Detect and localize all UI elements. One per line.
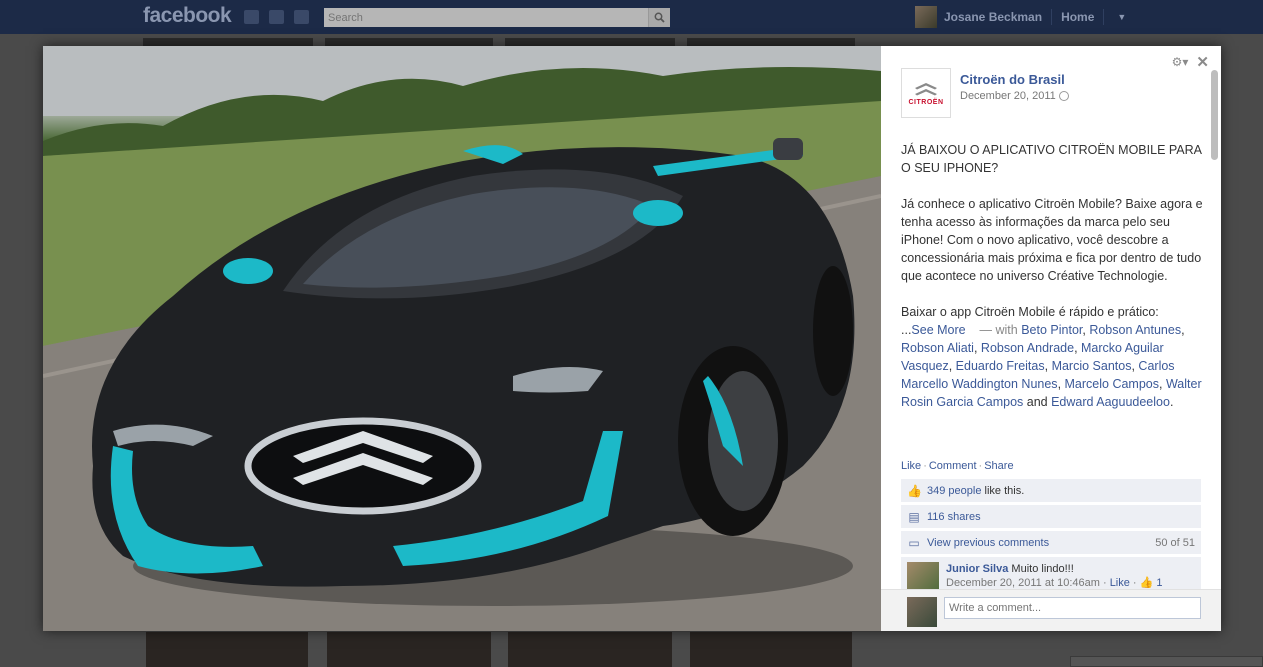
shares-count-link[interactable]: 116 shares	[927, 511, 981, 523]
tagged-person-link[interactable]: Robson Aliati	[901, 341, 974, 355]
previous-comments-row: ▭ View previous comments 50 of 51	[901, 531, 1201, 555]
commenter-avatar[interactable]	[907, 562, 939, 589]
search-icon	[654, 12, 665, 23]
background-photo-thumb	[143, 38, 313, 46]
car-photo	[43, 46, 881, 631]
sidebar-scrollbar[interactable]	[1211, 70, 1218, 160]
comment-bubble-icon: ▭	[908, 535, 920, 550]
like-link[interactable]: Like	[901, 460, 921, 472]
tagged-person-link[interactable]: Marcio Santos	[1052, 359, 1132, 373]
tagged-with-prefix: — with	[979, 323, 1018, 337]
post-owner: CITROËN Citroën do Brasil December 20, 2…	[901, 68, 1069, 118]
thumbs-up-icon: 👍	[907, 483, 922, 498]
view-previous-comments-link[interactable]: View previous comments	[927, 537, 1049, 549]
tagged-person-link[interactable]: Robson Andrade	[981, 341, 1074, 355]
user-avatar[interactable]	[915, 6, 937, 28]
search-box	[323, 7, 671, 28]
search-button[interactable]	[648, 8, 670, 27]
shares-icon: ▤	[908, 509, 920, 524]
comment-item: Junior Silva Muito lindo!!! December 20,…	[901, 557, 1201, 589]
comment-body: Junior Silva Muito lindo!!! December 20,…	[946, 562, 1163, 589]
top-bar: facebook Josane Beckman Home ▼	[0, 0, 1263, 34]
post-date-wrap: December 20, 2011	[960, 90, 1069, 102]
owner-name-link[interactable]: Citroën do Brasil	[960, 72, 1069, 87]
comment-text: Muito lindo!!!	[1011, 563, 1074, 575]
tagged-person-link[interactable]: Marcelo Campos	[1065, 377, 1159, 391]
nav-divider	[1051, 9, 1053, 25]
photo-stage[interactable]	[43, 46, 881, 631]
background-photo-thumb	[687, 38, 855, 46]
background-photo-thumb	[505, 38, 675, 46]
owner-profile-picture[interactable]: CITROËN	[901, 68, 951, 118]
nav-divider	[1103, 9, 1105, 25]
tagged-and-word: and	[1026, 395, 1048, 409]
caption-headline: JÁ BAIXOU O APLICATIVO CITROËN MOBILE PA…	[901, 143, 1202, 175]
shares-row: ▤ 116 shares	[901, 505, 1201, 529]
background-photo-thumb	[146, 632, 308, 667]
comment-link[interactable]: Comment	[929, 460, 977, 472]
options-gear-icon[interactable]: ⚙▾	[1172, 55, 1189, 69]
notifications-icon[interactable]	[294, 10, 309, 24]
comment-like-count[interactable]: 1	[1156, 577, 1162, 589]
likes-count-link[interactable]: 349 people	[927, 485, 981, 497]
caption-continuation: Baixar o app Citroën Mobile é rápido e p…	[901, 305, 1202, 409]
citroen-chevrons-icon	[915, 82, 937, 95]
home-link[interactable]: Home	[1061, 10, 1094, 24]
facebook-logo[interactable]: facebook	[143, 4, 232, 28]
caption-ellipsis: ...	[901, 323, 912, 337]
post-caption: JÁ BAIXOU O APLICATIVO CITROËN MOBILE PA…	[901, 141, 1206, 411]
chat-bar[interactable]	[1070, 656, 1263, 667]
action-separator: ·	[978, 460, 983, 472]
likes-row: 👍 349 people like this.	[901, 479, 1201, 503]
owner-logo-text: CITROËN	[908, 98, 944, 106]
caption-body: Já conhece o aplicativo Citroën Mobile? …	[901, 197, 1203, 283]
tagged-person-link[interactable]: Eduardo Freitas	[956, 359, 1045, 373]
account-menu-caret-icon[interactable]: ▼	[1117, 12, 1126, 22]
caption-teaser: Baixar o app Citroën Mobile é rápido e p…	[901, 305, 1159, 319]
user-nav: Josane Beckman Home ▼	[915, 6, 1126, 28]
composer-avatar	[907, 597, 937, 627]
messages-icon[interactable]	[269, 10, 284, 24]
comment-meta: December 20, 2011 at 10:46am · Like · 👍 …	[946, 577, 1163, 589]
background-photo-thumb	[325, 38, 493, 46]
public-globe-icon	[1058, 91, 1069, 101]
owner-meta: Citroën do Brasil December 20, 2011	[960, 72, 1069, 118]
post-actions: Like · Comment · Share	[901, 460, 1014, 472]
search-input[interactable]	[324, 8, 648, 27]
tagged-person-link[interactable]: Beto Pintor	[1021, 323, 1082, 337]
comment-like-link[interactable]: Like	[1110, 577, 1130, 589]
friend-requests-icon[interactable]	[244, 10, 259, 24]
background-photo-thumb	[508, 632, 672, 667]
close-icon[interactable]: ✕	[1196, 53, 1209, 71]
comment-composer	[881, 589, 1221, 631]
background-photo-thumb	[327, 632, 491, 667]
photo-sidebar: CITROËN Citroën do Brasil December 20, 2…	[881, 46, 1221, 631]
user-name-link[interactable]: Josane Beckman	[944, 10, 1042, 24]
post-date[interactable]: December 20, 2011	[960, 90, 1056, 102]
comment-time[interactable]: December 20, 2011 at 10:46am	[946, 577, 1100, 589]
background-photo-thumb	[690, 632, 852, 667]
comment-pager-count: 50 of 51	[1155, 536, 1195, 549]
viewer-tools: ⚙▾ ✕	[1172, 53, 1209, 71]
write-comment-input[interactable]	[944, 597, 1201, 619]
tagged-person-link[interactable]: Robson Antunes	[1089, 323, 1181, 337]
tagged-person-link[interactable]: Edward Aaguudeeloo	[1051, 395, 1170, 409]
likes-suffix: like this.	[984, 484, 1025, 497]
see-more-link[interactable]: See More	[911, 323, 965, 337]
share-link[interactable]: Share	[984, 460, 1013, 472]
feedback-box: 👍 349 people like this. ▤ 116 shares ▭ V…	[901, 479, 1201, 589]
sidebar-scroll-area[interactable]: CITROËN Citroën do Brasil December 20, 2…	[881, 46, 1221, 589]
photo-viewer: CITROËN Citroën do Brasil December 20, 2…	[43, 46, 1221, 631]
comment-author-link[interactable]: Junior Silva	[946, 563, 1008, 575]
comment-like-icon: 👍	[1139, 577, 1154, 589]
action-separator: ·	[923, 460, 927, 472]
